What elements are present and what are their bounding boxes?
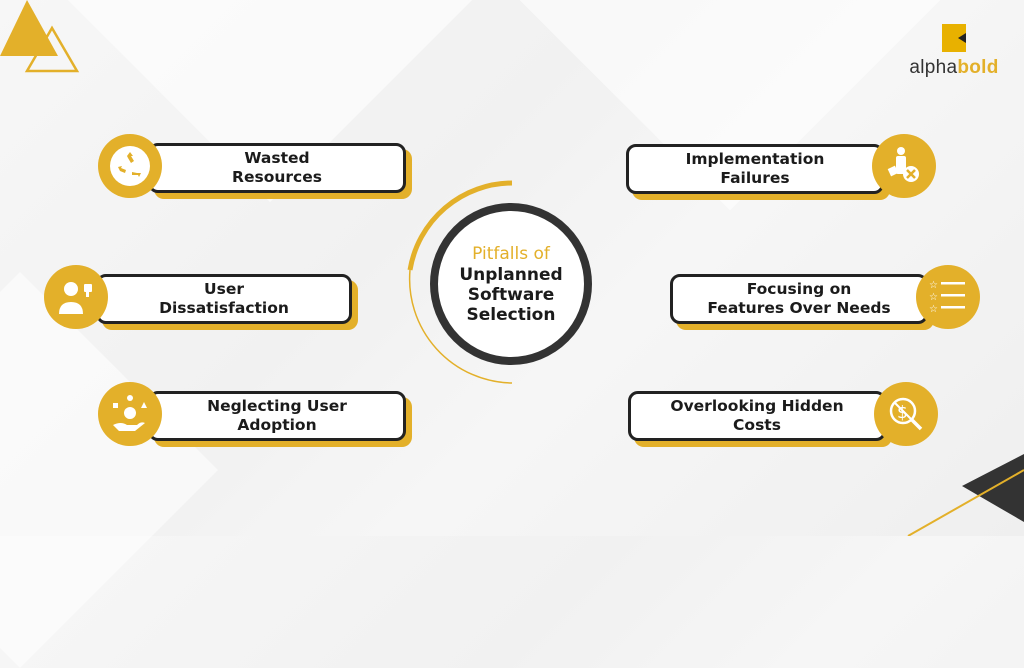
pitfall-card-user-dissatisfaction: User Dissatisfaction	[96, 274, 358, 330]
alphabold-logo: alphabold	[902, 24, 1006, 79]
triangles-decoration	[0, 0, 80, 73]
recycle-icon	[98, 134, 162, 198]
pitfall-label: Wasted Resources	[232, 149, 322, 186]
svg-text:☆: ☆	[929, 304, 938, 315]
svg-text:☆: ☆	[929, 292, 938, 303]
no-dollar-search-icon: $	[874, 382, 938, 446]
pitfall-card-overlooking-hidden-costs: Overlooking Hidden Costs	[628, 391, 892, 447]
user-adoption-hand-icon	[98, 382, 162, 446]
pitfall-card-features-over-needs: Focusing on Features Over Needs	[670, 274, 934, 330]
pitfall-label: Neglecting User Adoption	[207, 397, 347, 434]
corner-decoration	[907, 454, 1024, 536]
pitfall-label: Overlooking Hidden Costs	[670, 397, 844, 434]
logo-word-bold: bold	[957, 57, 999, 78]
star-list-icon: ☆ ☆ ☆	[916, 265, 980, 329]
central-topic: Pitfalls of Unplanned Software Selection	[430, 203, 592, 365]
pitfall-label: User Dissatisfaction	[159, 280, 289, 317]
pitfall-card-implementation-failures: Implementation Failures	[626, 144, 890, 200]
central-topic-title: Unplanned Software Selection	[459, 264, 563, 325]
logo-mark	[942, 24, 966, 52]
central-topic-subtitle: Pitfalls of	[472, 243, 550, 264]
logo-word-alpha: alpha	[909, 57, 958, 78]
pitfall-label: Implementation Failures	[685, 150, 825, 187]
svg-text:☆: ☆	[929, 280, 938, 291]
thumbs-down-user-icon	[44, 265, 108, 329]
pitfall-card-neglecting-user-adoption: Neglecting User Adoption	[148, 391, 412, 447]
background-shape	[0, 272, 218, 668]
pitfall-card-wasted-resources: Wasted Resources	[148, 143, 412, 199]
failed-user-icon	[872, 134, 936, 198]
pitfall-label: Focusing on Features Over Needs	[707, 280, 891, 317]
